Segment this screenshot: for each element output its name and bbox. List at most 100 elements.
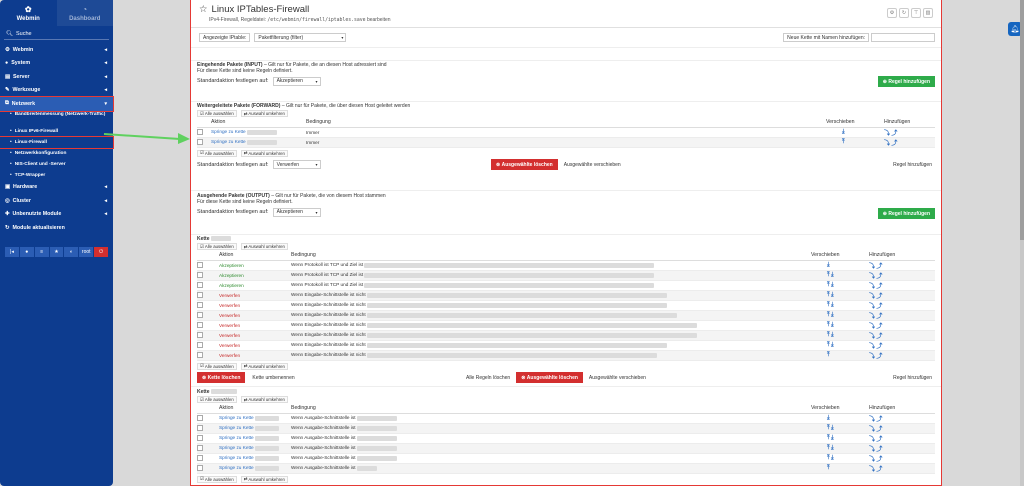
chain1-add-rule[interactable]: Regel hinzufügen — [890, 372, 935, 383]
add-after-icon[interactable]: ⤴ — [876, 314, 882, 320]
row-checkbox[interactable] — [197, 331, 203, 338]
refresh-icon[interactable]: ↻ — [899, 8, 909, 18]
add-after-icon[interactable]: ⤴ — [876, 447, 882, 453]
chain1-invert[interactable]: ⇄ Auswahl umkehren — [240, 243, 288, 250]
new-chain-button[interactable]: Neue Kette mit Namen hinzufügen: — [783, 33, 869, 42]
logout-icon[interactable]: ⏻ — [94, 246, 109, 257]
row-checkbox[interactable] — [197, 291, 203, 298]
forward-add-rule[interactable]: Regel hinzufügen — [890, 159, 935, 170]
chain1-select-all-bottom[interactable]: ☑ Alle auswählen — [197, 362, 237, 370]
move-up-icon[interactable]: ⤒ — [827, 455, 830, 461]
row-checkbox[interactable] — [197, 434, 203, 441]
add-after-icon[interactable]: ⤴ — [891, 131, 897, 137]
move-up-icon[interactable]: ⤒ — [827, 425, 830, 431]
move-down-icon[interactable]: ⤓ — [827, 415, 830, 421]
sidebar-search[interactable]: 🔍︎ Suche — [4, 29, 109, 40]
add-before-icon[interactable]: ⤵ — [884, 131, 890, 137]
add-after-icon[interactable]: ⤴ — [876, 457, 882, 463]
move-up-icon[interactable]: ⤒ — [827, 352, 830, 358]
settings-icon[interactable]: ⚙ — [887, 8, 897, 18]
chain2-select-all[interactable]: ☑ Alle auswählen — [197, 396, 237, 403]
row-checkbox[interactable] — [197, 128, 203, 135]
filter-icon[interactable]: ⊤ — [911, 8, 921, 18]
sidebar-item-system[interactable]: ● System ◂ — [0, 57, 113, 71]
move-up-icon[interactable]: ⤒ — [827, 292, 830, 298]
chain1-select-all[interactable]: ☑ Alle auswählen — [197, 243, 237, 250]
star-icon[interactable]: ☆ — [199, 4, 208, 15]
forward-default-select[interactable]: Verwerfen ▾ — [272, 160, 321, 169]
move-down-icon[interactable]: ⤓ — [831, 312, 834, 318]
sidebar-sub-network-config[interactable]: • Netzwerkkonfiguration — [0, 148, 113, 159]
add-before-icon[interactable]: ⤵ — [869, 417, 875, 423]
add-after-icon[interactable]: ⤴ — [876, 294, 882, 300]
move-up-icon[interactable]: ⤒ — [827, 342, 830, 348]
forward-move-selected[interactable]: Ausgewählte verschieben — [560, 159, 624, 170]
output-default-select[interactable]: Akzeptieren ▾ — [272, 207, 321, 217]
add-before-icon[interactable]: ⤵ — [869, 457, 875, 463]
list-icon[interactable]: ≡ — [34, 246, 49, 257]
add-before-icon[interactable]: ⤵ — [869, 274, 875, 280]
chain1-delete-all[interactable]: Alle Regeln löschen — [463, 372, 514, 383]
add-before-icon[interactable]: ⤵ — [869, 324, 875, 330]
row-checkbox[interactable] — [197, 271, 203, 278]
row-checkbox[interactable] — [197, 414, 203, 421]
sidebar-sub-tcp-wrapper[interactable]: • TCP-Wrapper — [0, 170, 113, 181]
row-checkbox[interactable] — [197, 444, 203, 451]
add-after-icon[interactable]: ⤴ — [876, 344, 882, 350]
sidebar-sub-bandwidth[interactable]: • Bandbreitenmessung (Netzwerk-Traffic) — [0, 111, 113, 126]
move-down-icon[interactable]: ⤓ — [827, 262, 830, 268]
row-checkbox[interactable] — [197, 138, 203, 145]
sidebar-sub-nis[interactable]: • NIS-Client und -Server — [0, 159, 113, 170]
sidebar-item-server[interactable]: ▤ Server ◂ — [0, 70, 113, 84]
row-checkbox[interactable] — [197, 351, 203, 358]
chain1-move-selected[interactable]: Ausgewählte verschieben — [585, 372, 649, 383]
add-before-icon[interactable]: ⤵ — [869, 427, 875, 433]
move-down-icon[interactable]: ⤓ — [831, 332, 834, 338]
add-before-icon[interactable]: ⤵ — [869, 354, 875, 360]
new-chain-input[interactable] — [871, 33, 935, 42]
sidebar-sub-ipv6-firewall[interactable]: • Linux IPv6-Firewall — [0, 126, 113, 137]
move-down-icon[interactable]: ⤓ — [831, 272, 834, 278]
add-after-icon[interactable]: ⤴ — [876, 284, 882, 290]
add-after-icon[interactable]: ⤴ — [876, 437, 882, 443]
forward-invert[interactable]: ⇄ Auswahl umkehren — [240, 110, 288, 117]
sidebar-item-refresh-modules[interactable]: ↻ Module aktualisieren — [0, 221, 113, 235]
chain1-invert-bottom[interactable]: ⇄ Auswahl umkehren — [240, 362, 288, 370]
tab-dashboard[interactable]: ◔ Dashboard — [56, 0, 113, 26]
sidebar-item-webmin[interactable]: ⚙ Webmin ◂ — [0, 43, 113, 57]
add-after-icon[interactable]: ⤴ — [876, 354, 882, 360]
forward-select-all-bottom[interactable]: ☑ Alle auswählen — [197, 149, 237, 157]
add-after-icon[interactable]: ⤴ — [876, 334, 882, 340]
move-down-icon[interactable]: ⤓ — [831, 292, 834, 298]
sidebar-item-network[interactable]: ⧉ Netzwerk ▾ — [0, 96, 114, 112]
move-down-icon[interactable]: ⤓ — [831, 322, 834, 328]
row-checkbox[interactable] — [197, 464, 203, 471]
add-after-icon[interactable]: ⤴ — [876, 304, 882, 310]
trash-icon[interactable]: ▥ — [923, 8, 933, 18]
add-after-icon[interactable]: ⤴ — [891, 141, 897, 147]
collapse-icon[interactable]: |◂ — [5, 246, 19, 257]
sidebar-sub-linux-firewall[interactable]: • Linux-Firewall — [0, 135, 114, 149]
chain1-rename[interactable]: Kette umbenennen — [249, 372, 298, 383]
sidebar-item-hardware[interactable]: ▣ Hardware ◂ — [0, 181, 113, 195]
move-up-icon[interactable]: ⤒ — [827, 312, 830, 318]
move-up-icon[interactable]: ⤒ — [842, 139, 845, 145]
forward-select-all[interactable]: ☑ Alle auswählen — [197, 110, 237, 117]
move-down-icon[interactable]: ⤓ — [831, 455, 834, 461]
add-after-icon[interactable]: ⤴ — [876, 324, 882, 330]
star-icon[interactable]: ★ — [49, 246, 64, 257]
move-up-icon[interactable]: ⤒ — [827, 445, 830, 451]
add-after-icon[interactable]: ⤴ — [876, 467, 882, 473]
add-before-icon[interactable]: ⤵ — [869, 264, 875, 270]
forward-delete-selected[interactable]: ⊗ Ausgewählte löschen — [491, 159, 558, 170]
chain1-delete-selected[interactable]: ⊗ Ausgewählte löschen — [516, 372, 583, 383]
tab-webmin[interactable]: ✿ Webmin — [0, 0, 57, 26]
add-after-icon[interactable]: ⤴ — [876, 274, 882, 280]
move-down-icon[interactable]: ⤓ — [842, 129, 845, 135]
move-up-icon[interactable]: ⤒ — [827, 272, 830, 278]
row-checkbox[interactable] — [197, 424, 203, 431]
add-after-icon[interactable]: ⤴ — [876, 427, 882, 433]
add-before-icon[interactable]: ⤵ — [884, 141, 890, 147]
add-before-icon[interactable]: ⤵ — [869, 294, 875, 300]
sidebar-item-unused-modules[interactable]: ✚ Unbenutzte Module ◂ — [0, 208, 113, 222]
